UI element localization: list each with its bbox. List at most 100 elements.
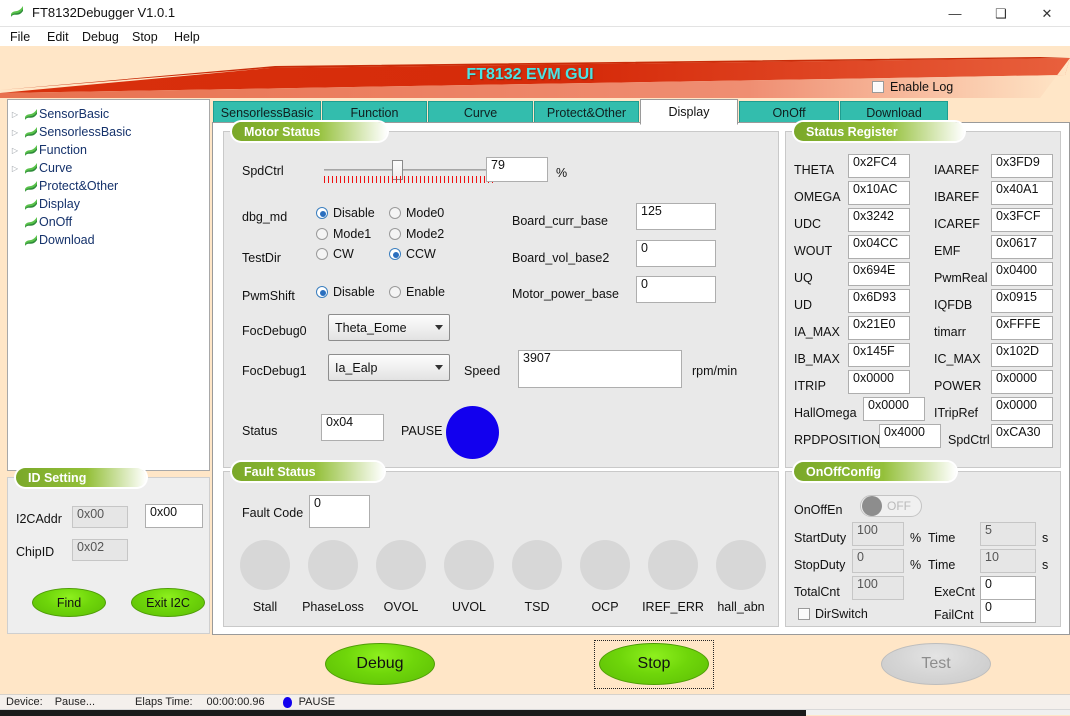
motor-power-base-input[interactable]: 0 xyxy=(636,276,716,303)
fault-code-input[interactable]: 0 xyxy=(309,495,370,528)
tree-item-sensorlessbasic[interactable]: ▷ SensorlessBasic xyxy=(8,123,209,141)
expand-chevron-icon[interactable]: ▷ xyxy=(8,146,22,155)
tree-item-label: Function xyxy=(39,143,87,157)
reg-value-wout: 0x04CC xyxy=(848,235,910,259)
tab-download[interactable]: Download xyxy=(840,101,948,124)
board-vol-base2-label: Board_vol_base2 xyxy=(512,251,610,265)
tree-item-sensorbasic[interactable]: ▷ SensorBasic xyxy=(8,105,209,123)
spdctrl-label: SpdCtrl xyxy=(242,164,284,178)
reg-value-hallomega: 0x0000 xyxy=(863,397,925,421)
reg-label-ud: UD xyxy=(794,298,813,312)
focdebug1-select[interactable]: Ia_Ealp xyxy=(328,354,450,381)
test-button[interactable]: Test xyxy=(881,643,991,685)
chipid-label: ChipID xyxy=(16,545,55,559)
focdebug0-select[interactable]: Theta_Eome xyxy=(328,314,450,341)
dbg-md-label: dbg_md xyxy=(242,210,288,224)
tree-item-display[interactable]: Display xyxy=(8,195,209,213)
tree-item-onoff[interactable]: OnOff xyxy=(8,213,209,231)
stop-button[interactable]: Stop xyxy=(599,643,709,685)
expand-chevron-icon[interactable]: ▷ xyxy=(8,110,22,119)
group-title: ID Setting xyxy=(16,468,147,487)
minimize-button[interactable]: — xyxy=(932,0,978,27)
scrollbar-thumb[interactable] xyxy=(0,710,806,716)
execnt-input[interactable]: 0 xyxy=(980,576,1036,600)
reg-value-ibaref: 0x40A1 xyxy=(991,181,1053,205)
fault-led-ovol xyxy=(376,540,426,590)
close-icon: ✕ xyxy=(1041,6,1053,21)
stopduty-input[interactable]: 0 xyxy=(852,549,904,573)
expand-chevron-icon[interactable]: ▷ xyxy=(8,164,22,173)
radio-dot-icon xyxy=(316,248,328,260)
radio-testdir-ccw[interactable]: CCW xyxy=(389,247,436,261)
radio-dot-icon xyxy=(389,248,401,260)
tree-item-function[interactable]: ▷ Function xyxy=(8,141,209,159)
board-curr-base-label: Board_curr_base xyxy=(512,214,608,228)
reg-value-itrip: 0x0000 xyxy=(848,370,910,394)
menu-item-stop[interactable]: Stop xyxy=(126,29,164,45)
radio-dbg-md-disable[interactable]: Disable xyxy=(316,206,375,220)
tab-protect-other[interactable]: Protect&Other xyxy=(534,101,639,124)
reg-label-ia-max: IA_MAX xyxy=(794,325,840,339)
dirswitch-checkbox[interactable]: DirSwitch xyxy=(798,607,868,621)
status-input[interactable]: 0x04 xyxy=(321,414,384,441)
radio-pwmshift-enable[interactable]: Enable xyxy=(389,285,445,299)
starttime-input[interactable]: 5 xyxy=(980,522,1036,546)
speed-input[interactable]: 3907 xyxy=(518,350,682,388)
enable-log-checkbox[interactable]: Enable Log xyxy=(872,80,953,94)
board-vol-base2-input[interactable]: 0 xyxy=(636,240,716,267)
tree-item-protect-other[interactable]: Protect&Other xyxy=(8,177,209,195)
find-button[interactable]: Find xyxy=(32,588,106,617)
menu-item-edit[interactable]: Edit xyxy=(41,29,75,45)
totalcnt-input[interactable]: 100 xyxy=(852,576,904,600)
radio-dbg-md-mode2[interactable]: Mode2 xyxy=(389,227,444,241)
exit-i2c-button[interactable]: Exit I2C xyxy=(131,588,205,617)
onoff-config-group: OnOffConfig OnOffEn OFF StartDuty 100 % … xyxy=(785,462,1061,627)
flag-icon xyxy=(22,180,39,192)
spdctrl-slider-ticks xyxy=(324,176,496,183)
menu-item-file[interactable]: File xyxy=(4,29,36,45)
radio-dbg-md-mode1[interactable]: Mode1 xyxy=(316,227,371,241)
i2caddr-input[interactable]: 0x00 xyxy=(145,504,203,528)
tree-item-label: Display xyxy=(39,197,80,211)
reg-label-ibaref: IBAREF xyxy=(934,190,980,204)
reg-label-ib-max: IB_MAX xyxy=(794,352,840,366)
checkbox-box xyxy=(798,608,810,620)
menu-item-debug[interactable]: Debug xyxy=(76,29,125,45)
debug-button[interactable]: Debug xyxy=(325,643,435,685)
failcnt-input[interactable]: 0 xyxy=(980,599,1036,623)
onoffen-label: OnOffEn xyxy=(794,503,843,517)
radio-dbg-md-mode0[interactable]: Mode0 xyxy=(389,206,444,220)
menu-item-help[interactable]: Help xyxy=(168,29,206,45)
reg-value-iaaref: 0x3FD9 xyxy=(991,154,1053,178)
horizontal-scrollbar[interactable] xyxy=(0,709,1070,716)
starttime-unit: s xyxy=(1042,531,1049,545)
radio-testdir-cw[interactable]: CW xyxy=(316,247,354,261)
tab-display[interactable]: Display xyxy=(640,99,738,125)
spdctrl-slider-track[interactable] xyxy=(324,169,496,171)
radio-dot-icon xyxy=(316,207,328,219)
board-curr-base-input[interactable]: 125 xyxy=(636,203,716,230)
tab-onoff[interactable]: OnOff xyxy=(739,101,839,124)
maximize-button[interactable]: ❑ xyxy=(978,0,1024,27)
tree-item-download[interactable]: Download xyxy=(8,231,209,249)
startduty-input[interactable]: 100 xyxy=(852,522,904,546)
spdctrl-value-input[interactable]: 79 xyxy=(486,157,548,182)
speed-unit: rpm/min xyxy=(692,364,738,378)
close-button[interactable]: ✕ xyxy=(1024,0,1070,27)
tab-function[interactable]: Function xyxy=(322,101,427,124)
flag-icon xyxy=(22,144,39,156)
onoffen-toggle[interactable]: OFF xyxy=(860,495,922,517)
tab-curve[interactable]: Curve xyxy=(428,101,533,124)
stoptime-unit: s xyxy=(1042,558,1049,572)
tree-item-label: Protect&Other xyxy=(39,179,119,193)
tab-sensorlessbasic[interactable]: SensorlessBasic xyxy=(213,101,321,124)
fault-led-uvol xyxy=(444,540,494,590)
reg-label-iaaref: IAAREF xyxy=(934,163,980,177)
fault-led-phaseloss xyxy=(308,540,358,590)
expand-chevron-icon[interactable]: ▷ xyxy=(8,128,22,137)
reg-value-spdctrl: 0xCA30 xyxy=(991,424,1053,448)
radio-pwmshift-disable[interactable]: Disable xyxy=(316,285,375,299)
stoptime-input[interactable]: 10 xyxy=(980,549,1036,573)
tree-item-curve[interactable]: ▷ Curve xyxy=(8,159,209,177)
navigation-tree[interactable]: ▷ SensorBasic ▷ SensorlessBasic ▷ Functi… xyxy=(7,99,210,471)
